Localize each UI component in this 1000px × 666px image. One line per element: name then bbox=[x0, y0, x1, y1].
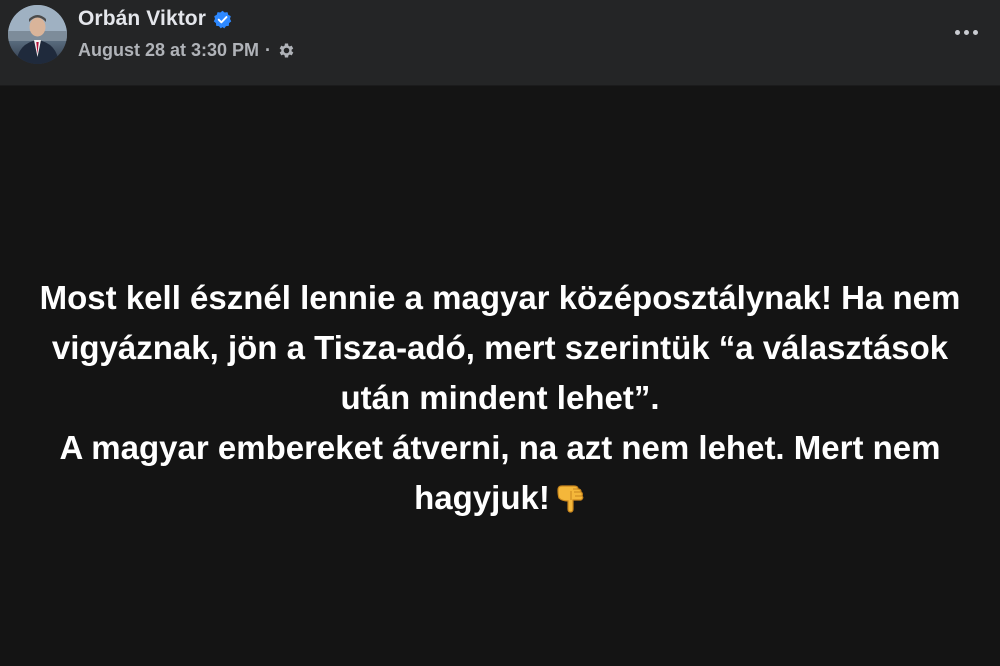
verified-badge-icon bbox=[213, 10, 232, 29]
post-text: Most kell észnél lennie a magyar középos… bbox=[35, 273, 965, 527]
meta-separator: · bbox=[265, 39, 272, 60]
avatar[interactable] bbox=[8, 5, 67, 64]
more-horizontal-icon-dot bbox=[972, 29, 978, 35]
more-horizontal-icon bbox=[954, 29, 960, 35]
more-horizontal-icon-dot bbox=[963, 29, 969, 35]
more-options-button[interactable] bbox=[950, 18, 982, 46]
post-header: Orbán Viktor August 28 at 3:30 PM · bbox=[0, 0, 1000, 86]
author-name[interactable]: Orbán Viktor bbox=[78, 7, 206, 31]
post-body: Most kell észnél lennie a magyar középos… bbox=[0, 87, 1000, 666]
post-paragraph: A magyar embereket átverni, na azt nem l… bbox=[35, 423, 965, 527]
post-paragraph-text: A magyar embereket átverni, na azt nem l… bbox=[59, 428, 941, 516]
facebook-post: Orbán Viktor August 28 at 3:30 PM · Most… bbox=[0, 0, 1000, 666]
gear-icon[interactable] bbox=[277, 41, 296, 60]
post-meta: August 28 at 3:30 PM · bbox=[78, 38, 296, 62]
post-timestamp[interactable]: August 28 at 3:30 PM bbox=[78, 40, 259, 61]
author-row: Orbán Viktor bbox=[78, 6, 232, 32]
avatar-image bbox=[8, 5, 67, 64]
post-paragraph: Most kell észnél lennie a magyar középos… bbox=[39, 278, 961, 416]
pointing-down-hand-icon bbox=[554, 477, 586, 527]
